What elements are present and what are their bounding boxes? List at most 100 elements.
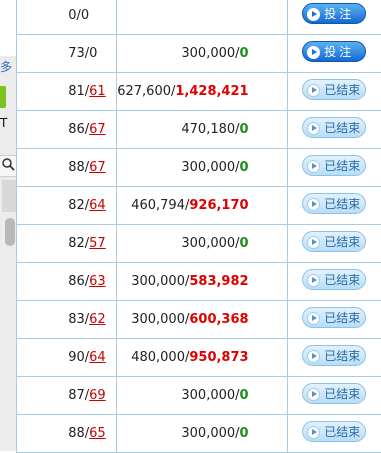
ended-button[interactable]: 已结束 <box>302 307 366 328</box>
amount-cell: 300,000/0 <box>117 35 287 73</box>
table-row: 90/64480,000/950,873已结束 <box>17 339 381 377</box>
play-icon <box>307 388 320 401</box>
ratio-link[interactable]: 65 <box>89 426 106 441</box>
amount-text: 300,000/ <box>181 426 239 441</box>
ratio-cell: 73/0 <box>17 35 117 73</box>
table-row: 0/0 投注 <box>17 0 381 35</box>
ratio-text: 82/ <box>68 236 89 251</box>
action-cell: 已结束 <box>287 263 381 301</box>
button-label: 已结束 <box>324 80 360 101</box>
sidebar-mark: T <box>0 116 6 130</box>
table-row: 88/65300,000/0已结束 <box>17 415 381 453</box>
action-cell: 已结束 <box>287 187 381 225</box>
ratio-cell: 88/67 <box>17 149 117 187</box>
action-cell: 已结束 <box>287 149 381 187</box>
sidebar-scroll-track <box>2 180 16 212</box>
ended-button[interactable]: 已结束 <box>302 193 366 214</box>
amount-cell: 300,000/0 <box>117 415 287 453</box>
amount-result: 600,368 <box>189 312 248 327</box>
ended-button[interactable]: 已结束 <box>302 231 366 252</box>
ended-button[interactable]: 已结束 <box>302 383 366 404</box>
ratio-text: 83/ <box>68 312 89 327</box>
action-cell: 已结束 <box>287 339 381 377</box>
play-icon <box>307 198 320 211</box>
ratio-link[interactable]: 64 <box>89 350 106 365</box>
amount-result: 0 <box>240 236 249 251</box>
ratio-link[interactable]: 67 <box>89 122 106 137</box>
sidebar-scrollbar-thumb[interactable] <box>5 218 15 246</box>
bet-button[interactable]: 投注 <box>302 3 366 24</box>
ratio-link[interactable]: 62 <box>89 312 106 327</box>
play-icon <box>307 236 320 249</box>
ratio-link[interactable]: 64 <box>89 198 106 213</box>
ratio-cell: 87/69 <box>17 377 117 415</box>
amount-text: 480,000/ <box>131 350 189 365</box>
ended-button[interactable]: 已结束 <box>302 155 366 176</box>
ratio-link[interactable]: 63 <box>89 274 106 289</box>
play-icon <box>307 46 320 59</box>
ratio-link[interactable]: 67 <box>89 160 106 175</box>
action-cell: 已结束 <box>287 73 381 111</box>
search-icon[interactable] <box>1 157 15 171</box>
ended-button[interactable]: 已结束 <box>302 421 366 442</box>
action-cell: 已结束 <box>287 377 381 415</box>
amount-cell <box>117 0 287 35</box>
action-cell: 已结束 <box>287 301 381 339</box>
ratio-cell: 88/65 <box>17 415 117 453</box>
play-icon <box>307 160 320 173</box>
amount-result: 1,428,421 <box>175 84 248 99</box>
amount-cell: 300,000/0 <box>117 149 287 187</box>
table-row: 83/62300,000/600,368已结束 <box>17 301 381 339</box>
amount-result: 950,873 <box>189 350 248 365</box>
amount-text: 300,000/ <box>131 312 189 327</box>
amount-cell: 300,000/600,368 <box>117 301 287 339</box>
play-icon <box>307 274 320 287</box>
amount-result: 926,170 <box>189 198 248 213</box>
action-cell: 投注 <box>287 0 381 35</box>
action-cell: 投注 <box>287 35 381 73</box>
amount-cell: 300,000/0 <box>117 377 287 415</box>
ratio-cell: 82/64 <box>17 187 117 225</box>
play-icon <box>307 84 320 97</box>
button-label: 投注 <box>324 4 354 25</box>
ratio-link[interactable]: 61 <box>89 84 106 99</box>
button-label: 已结束 <box>324 232 360 253</box>
table-row: 81/61627,600/1,428,421 已结束 <box>17 73 381 111</box>
play-icon <box>307 8 320 21</box>
ratio-text: 86/ <box>68 274 89 289</box>
ratio-cell: 83/62 <box>17 301 117 339</box>
amount-cell: 300,000/583,982 <box>117 263 287 301</box>
sidebar-green-button[interactable] <box>0 86 6 108</box>
amount-text: 300,000/ <box>181 388 239 403</box>
button-label: 已结束 <box>324 422 360 443</box>
ended-button[interactable]: 已结束 <box>302 269 366 290</box>
bet-table: 0/0投注73/0300,000/0投注81/61627,600/1,428,4… <box>16 0 381 453</box>
sidebar-top-blank <box>0 0 16 56</box>
ratio-text: 86/ <box>68 122 89 137</box>
play-icon <box>307 312 320 325</box>
ratio-cell: 82/57 <box>17 225 117 263</box>
bet-button[interactable]: 投注 <box>302 41 366 62</box>
ratio-link[interactable]: 69 <box>89 388 106 403</box>
button-label: 已结束 <box>324 156 360 177</box>
play-icon <box>307 122 320 135</box>
table-row: 82/64460,794/926,170已结束 <box>17 187 381 225</box>
ratio-cell: 0/0 <box>17 0 117 35</box>
ended-button[interactable]: 已结束 <box>302 345 366 366</box>
ratio-text: 88/ <box>68 426 89 441</box>
amount-result: 0 <box>240 426 249 441</box>
table-row: 82/57300,000/0已结束 <box>17 225 381 263</box>
ended-button[interactable]: 已结束 <box>302 79 366 100</box>
amount-cell: 627,600/1,428,421 <box>117 73 287 111</box>
table-row: 73/0300,000/0 投注 <box>17 35 381 73</box>
action-cell: 已结束 <box>287 415 381 453</box>
ratio-link[interactable]: 57 <box>89 236 106 251</box>
amount-result: 0 <box>240 46 249 61</box>
amount-result: 0 <box>240 388 249 403</box>
play-icon <box>307 426 320 439</box>
button-label: 已结束 <box>324 270 360 291</box>
ratio-cell: 81/61 <box>17 73 117 111</box>
ratio-cell: 86/67 <box>17 111 117 149</box>
sidebar-more-link[interactable]: 多 <box>0 58 16 76</box>
ended-button[interactable]: 已结束 <box>302 117 366 138</box>
